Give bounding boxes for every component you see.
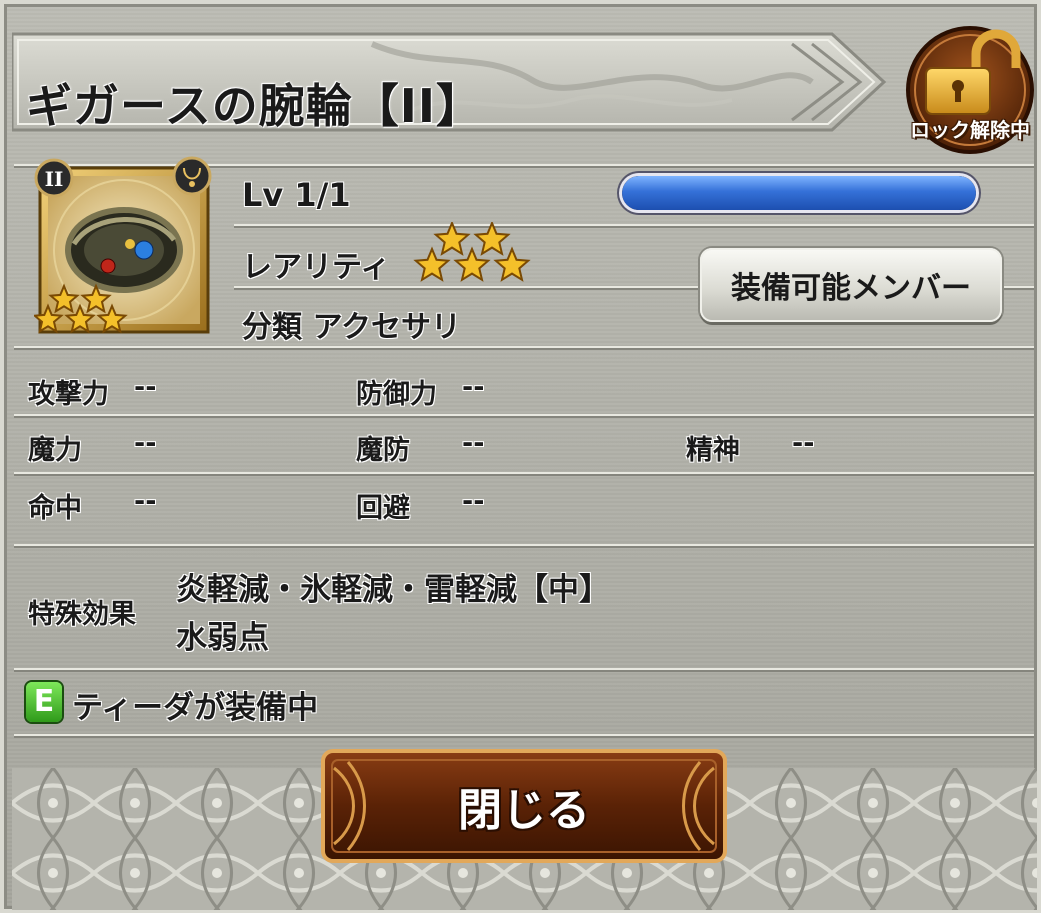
lock-toggle-button[interactable]: ロック解除中: [904, 24, 1036, 156]
close-button[interactable]: 閉じる: [320, 748, 728, 864]
stat-magic-defense-value: --: [462, 428, 485, 459]
item-detail-panel: ギガースの腕輪【II】 ロック解除中 II Lv 1/1 レアリティ 装備可能メ…: [0, 0, 1041, 913]
item-icon: II: [32, 154, 214, 334]
stat-accuracy-label: 命中: [28, 493, 82, 524]
title-banner: ギガースの腕輪【II】: [12, 30, 892, 134]
stat-attack-value: --: [134, 372, 157, 403]
divider: [14, 544, 1034, 548]
equipped-badge: E: [26, 682, 62, 722]
level-progress-bar: [622, 176, 976, 210]
rarity-label: レアリティ: [242, 250, 391, 285]
divider: [14, 668, 1034, 672]
divider: [14, 734, 1034, 738]
rarity-star-icon: [433, 222, 471, 256]
special-effect-line: 水弱点: [176, 620, 269, 656]
stat-magic-value: --: [134, 428, 157, 459]
stat-attack-label: 攻撃力: [28, 379, 109, 410]
grade-badge-text: II: [45, 167, 64, 191]
stat-magic-label: 魔力: [28, 435, 82, 466]
stat-evasion-value: --: [462, 486, 485, 517]
equippable-members-button[interactable]: 装備可能メンバー: [700, 248, 1002, 322]
item-title: ギガースの腕輪【II】: [26, 79, 483, 133]
equipped-by-text: ティーダが装備中: [72, 690, 319, 726]
stat-spirit-value: --: [792, 428, 815, 459]
level-progress-fill: [622, 176, 976, 210]
stat-defense-label: 防御力: [356, 379, 437, 410]
lock-label: ロック解除中: [910, 118, 1030, 142]
level-label: Lv 1/1: [242, 176, 351, 214]
stat-evasion-label: 回避: [356, 493, 410, 524]
close-button-label: 閉じる: [458, 785, 590, 836]
divider: [14, 346, 1034, 350]
stat-accuracy-value: --: [134, 486, 157, 517]
stat-spirit-label: 精神: [686, 435, 740, 466]
item-category: 分類 アクセサリ: [242, 310, 461, 345]
rarity-stars: [413, 222, 531, 282]
special-effect-line: 炎軽減・氷軽減・雷軽減【中】: [176, 572, 610, 608]
stat-magic-defense-label: 魔防: [356, 435, 410, 466]
bracelet-icon: [65, 207, 183, 293]
necklace-icon: [172, 156, 212, 196]
divider: [14, 472, 1034, 476]
stat-defense-value: --: [462, 372, 485, 403]
special-effect-label: 特殊効果: [28, 599, 136, 630]
rarity-star-icon: [473, 222, 511, 256]
divider: [14, 414, 1034, 418]
divider: [234, 224, 1034, 228]
